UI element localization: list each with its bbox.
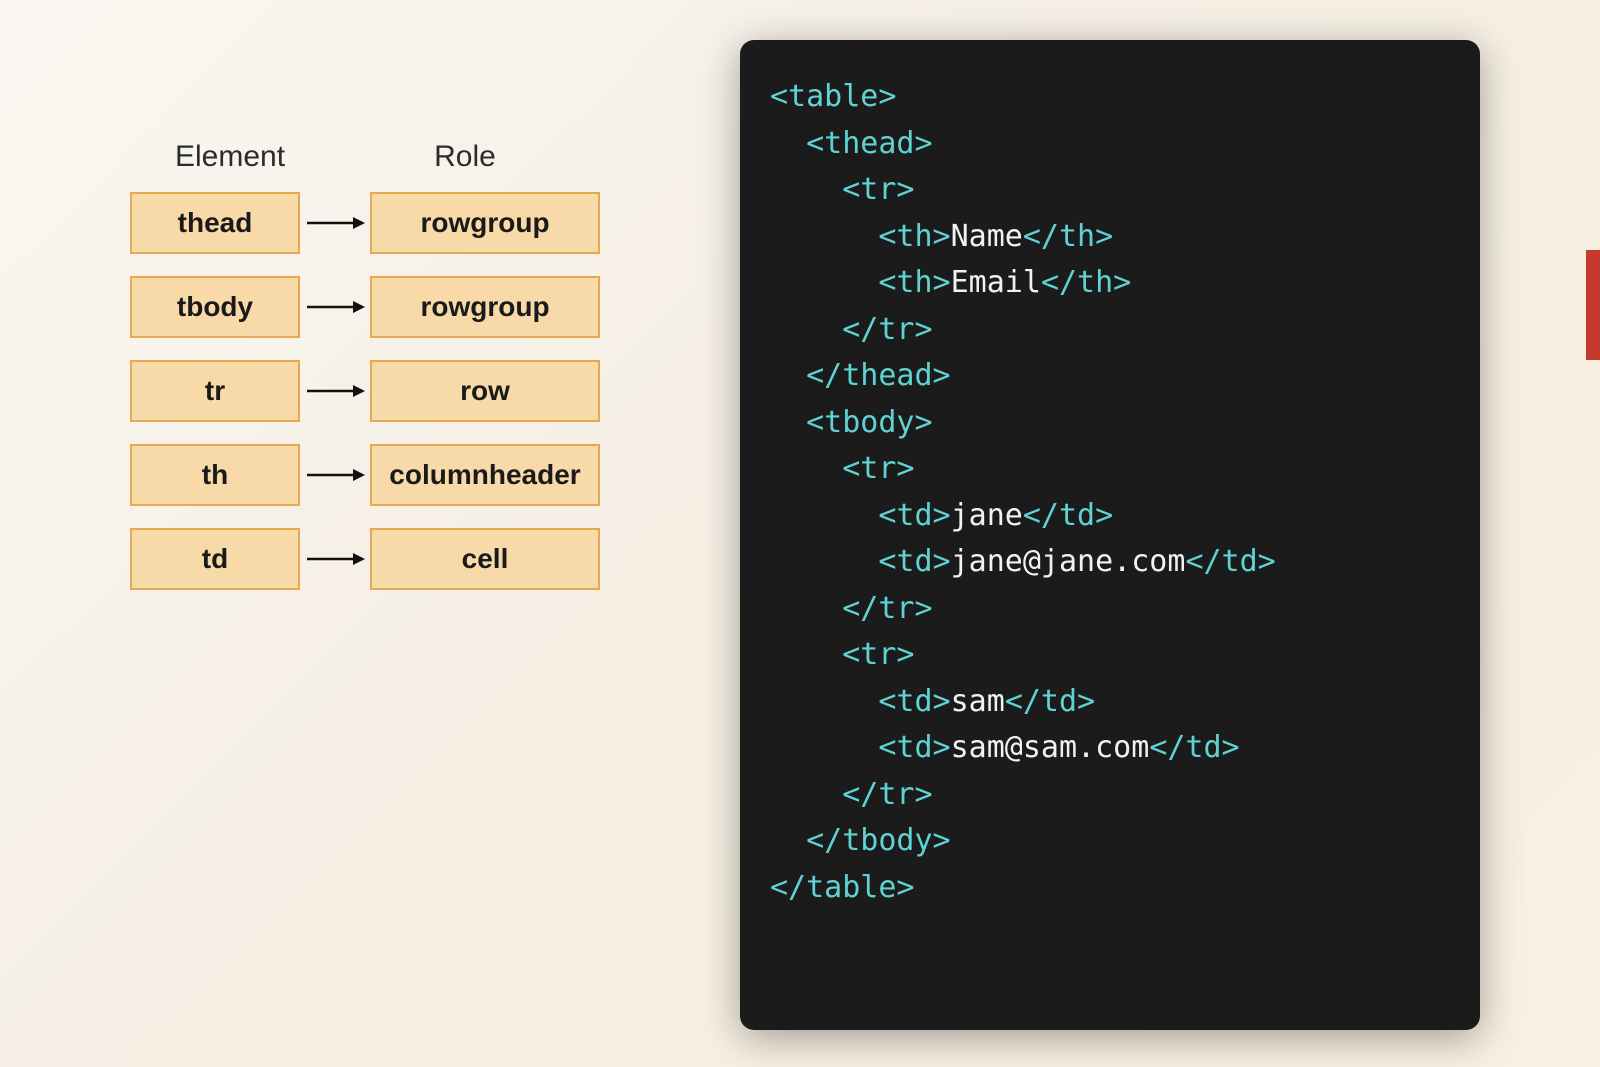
code-line: </tbody>: [770, 823, 951, 858]
code-tag: <th>: [878, 219, 950, 254]
arrow-right-icon: [300, 381, 370, 401]
code-line: </tr>: [770, 591, 933, 626]
code-tag: <th>: [878, 265, 950, 300]
arrow-right-icon: [300, 465, 370, 485]
map-row: th columnheader: [130, 444, 600, 506]
code-tag: </table>: [770, 870, 915, 905]
code-tag: </td>: [1149, 730, 1239, 765]
role-box: rowgroup: [370, 276, 600, 338]
code-text: sam: [951, 684, 1005, 719]
code-line: </tr>: [770, 312, 933, 347]
arrow-right-icon: [300, 213, 370, 233]
code-tag: <tbody>: [806, 405, 932, 440]
code-tag: </td>: [1005, 684, 1095, 719]
code-text: Email: [951, 265, 1041, 300]
code-tag: </thead>: [806, 358, 951, 393]
code-line: <td>jane</td>: [770, 498, 1113, 533]
map-row: thead rowgroup: [130, 192, 600, 254]
code-line: <td>jane@jane.com</td>: [770, 544, 1276, 579]
code-text: Name: [951, 219, 1023, 254]
diagram-rows: thead rowgrouptbody rowgrouptr rowth col…: [130, 192, 600, 590]
role-box: cell: [370, 528, 600, 590]
element-role-diagram: Element Role thead rowgrouptbody rowgrou…: [130, 140, 600, 612]
code-line: <tbody>: [770, 405, 933, 440]
code-tag: </th>: [1041, 265, 1131, 300]
code-tag: </tbody>: [806, 823, 951, 858]
code-content: <table> <thead> <tr> <th>Name</th> <th>E…: [770, 74, 1450, 911]
code-tag: <tr>: [842, 637, 914, 672]
code-line: <table>: [770, 79, 896, 114]
element-box: tbody: [130, 276, 300, 338]
code-tag: </tr>: [842, 777, 932, 812]
code-tag: </td>: [1185, 544, 1275, 579]
element-box: thead: [130, 192, 300, 254]
code-tag: <td>: [878, 730, 950, 765]
code-tag: <td>: [878, 498, 950, 533]
code-line: <thead>: [770, 126, 933, 161]
map-row: td cell: [130, 528, 600, 590]
code-tag: <tr>: [842, 451, 914, 486]
code-tag: </tr>: [842, 591, 932, 626]
code-line: </table>: [770, 870, 915, 905]
code-block: <table> <thead> <tr> <th>Name</th> <th>E…: [740, 40, 1480, 1030]
element-box: tr: [130, 360, 300, 422]
arrow-right-icon: [300, 297, 370, 317]
role-box: rowgroup: [370, 192, 600, 254]
code-text: sam@sam.com: [951, 730, 1150, 765]
element-box: td: [130, 528, 300, 590]
code-tag: <tr>: [842, 172, 914, 207]
code-line: </tr>: [770, 777, 933, 812]
code-tag: <table>: [770, 79, 896, 114]
code-tag: </tr>: [842, 312, 932, 347]
code-line: </thead>: [770, 358, 951, 393]
code-tag: </td>: [1023, 498, 1113, 533]
diagram-headers: Element Role: [130, 140, 600, 174]
element-box: th: [130, 444, 300, 506]
code-line: <tr>: [770, 637, 915, 672]
map-row: tbody rowgroup: [130, 276, 600, 338]
header-element: Element: [130, 140, 330, 174]
code-line: <td>sam@sam.com</td>: [770, 730, 1240, 765]
arrow-right-icon: [300, 549, 370, 569]
red-edge-accent: [1586, 250, 1600, 360]
code-line: <tr>: [770, 172, 915, 207]
code-tag: <thead>: [806, 126, 932, 161]
code-line: <th>Name</th>: [770, 219, 1113, 254]
code-tag: <td>: [878, 684, 950, 719]
map-row: tr row: [130, 360, 600, 422]
role-box: row: [370, 360, 600, 422]
role-box: columnheader: [370, 444, 600, 506]
code-tag: <td>: [878, 544, 950, 579]
code-text: jane: [951, 498, 1023, 533]
code-line: <td>sam</td>: [770, 684, 1095, 719]
code-line: <th>Email</th>: [770, 265, 1131, 300]
code-tag: </th>: [1023, 219, 1113, 254]
code-line: <tr>: [770, 451, 915, 486]
code-text: jane@jane.com: [951, 544, 1186, 579]
header-role: Role: [330, 140, 600, 174]
